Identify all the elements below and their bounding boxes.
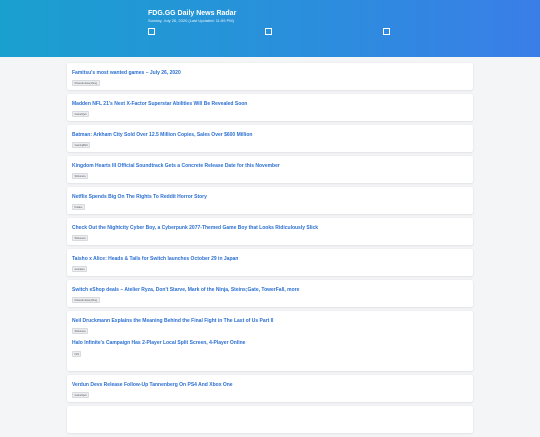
news-card: Kingdom Hearts III Official Soundtrack G… [67,156,473,183]
news-card: Check Out the Nightcity Cyber Boy, a Cyb… [67,218,473,245]
news-card: Madden NFL 21's Next X-Factor Superstar … [67,94,473,121]
news-card: Taisho x Alice: Heads & Tails for Switch… [67,249,473,276]
news-headline-link[interactable]: Famitsu's most wanted games – July 26, 2… [72,70,181,76]
filter-checkbox-3[interactable] [383,28,390,35]
news-card: Neil Druckmann Explains the Meaning Behi… [67,311,473,371]
news-headline-link[interactable]: Check Out the Nightcity Cyber Boy, a Cyb… [72,225,318,231]
news-feed: Famitsu's most wanted games – July 26, 2… [67,63,473,437]
news-headline-link[interactable]: Neil Druckmann Explains the Meaning Behi… [72,318,273,324]
news-card: Batman: Arkham City Sold Over 12.5 Milli… [67,125,473,152]
news-card-partial [67,406,473,433]
last-updated-text: Sunday, July 26, 2020 (Last Updated: 11:… [148,18,234,23]
source-tag[interactable]: Siliconera [72,235,88,241]
source-tag[interactable]: Kotaku [72,204,85,210]
page-title: FDG.GG Daily News Radar [148,10,237,17]
news-headline-link[interactable]: Madden NFL 21's Next X-Factor Superstar … [72,101,247,107]
news-headline-link[interactable]: Batman: Arkham City Sold Over 12.5 Milli… [72,132,252,138]
site-header: FDG.GG Daily News Radar Sunday, July 26,… [0,0,540,57]
source-tag[interactable]: GamingBolt [72,142,91,148]
news-headline-link[interactable]: Netflix Spends Big On The Rights To Redd… [72,194,207,200]
source-tag[interactable]: Nintendo Everything [72,80,100,86]
source-tag[interactable]: Siliconera [72,328,88,334]
source-tag[interactable]: Siliconera [72,173,88,179]
source-tag[interactable]: GameSpot [72,392,89,398]
source-tag[interactable]: GameSpot [72,111,89,117]
filter-checkbox-2[interactable] [265,28,272,35]
news-card: Verdun Devs Release Follow-Up Tannenberg… [67,375,473,402]
news-card: Netflix Spends Big On The Rights To Redd… [67,187,473,214]
news-card: Switch eShop deals – Atelier Ryza, Don't… [67,280,473,307]
news-headline-link[interactable]: Taisho x Alice: Heads & Tails for Switch… [72,256,238,262]
source-tag[interactable]: Gematsu [72,266,88,272]
source-tag[interactable]: IGN [72,351,82,357]
news-headline-link[interactable]: Verdun Devs Release Follow-Up Tannenberg… [72,382,233,388]
news-headline-link[interactable]: Kingdom Hearts III Official Soundtrack G… [72,163,280,169]
source-tag[interactable]: Nintendo Everything [72,297,100,303]
news-card: Famitsu's most wanted games – July 26, 2… [67,63,473,90]
filter-checkbox-1[interactable] [148,28,155,35]
news-headline-link[interactable]: Switch eShop deals – Atelier Ryza, Don't… [72,287,299,293]
news-headline-link[interactable]: Halo Infinite's Campaign Has 2-Player Lo… [72,340,245,346]
